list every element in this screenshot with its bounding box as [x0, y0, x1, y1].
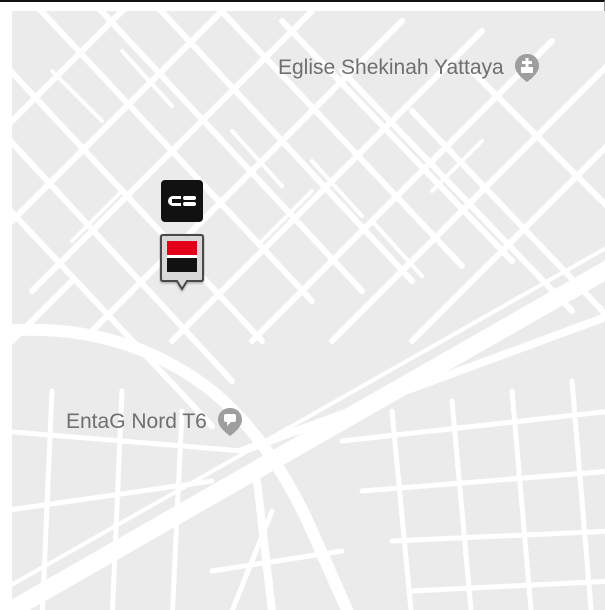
map-view[interactable]: Eglise Shekinah Yattaya EntaG Nord T6 [12, 11, 605, 610]
poi-label: EntaG Nord T6 [66, 410, 207, 433]
bank-logo-icon [167, 241, 197, 272]
bank-branch-marker[interactable] [159, 233, 205, 297]
poi-eglise-shekinah-yattaya[interactable]: Eglise Shekinah Yattaya [278, 53, 540, 83]
poi-entag-nord-t6[interactable]: EntaG Nord T6 [66, 407, 243, 437]
church-pin-icon [514, 54, 539, 82]
chat-bubble-pin-icon [217, 408, 242, 436]
street-network [12, 11, 605, 610]
screenshot-frame: Eglise Shekinah Yattaya EntaG Nord T6 [0, 0, 605, 610]
poi-label: Eglise Shekinah Yattaya [278, 56, 504, 79]
credit-card-icon [168, 196, 196, 206]
atm-card-marker[interactable] [161, 180, 203, 222]
